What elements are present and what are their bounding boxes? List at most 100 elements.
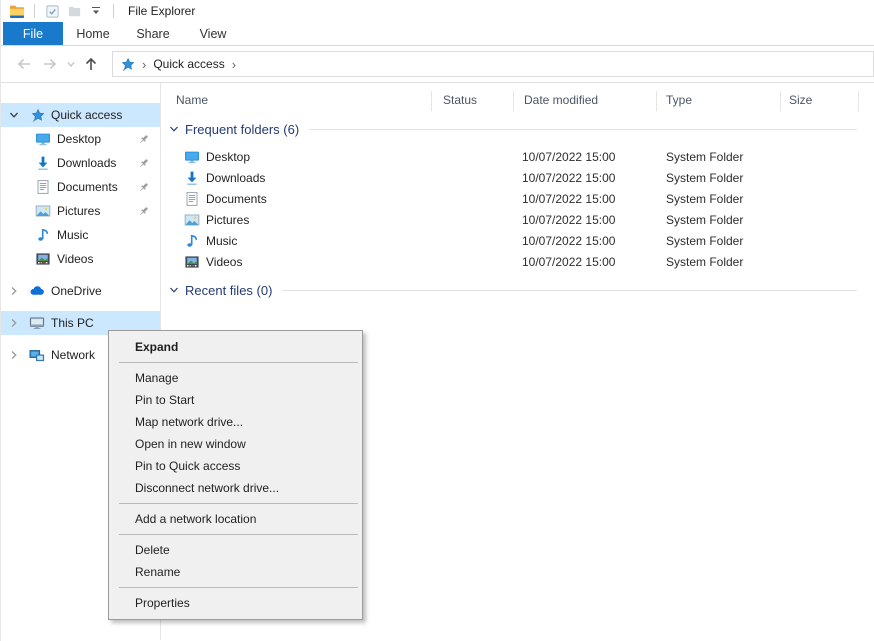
file-type: System Folder [666, 234, 743, 248]
file-row-desktop[interactable]: Desktop10/07/2022 15:00System Folder [161, 146, 874, 167]
breadcrumb-chevron-icon[interactable]: › [232, 58, 236, 71]
back-button [11, 51, 37, 77]
sidebar-item-label: Videos [57, 252, 93, 266]
onedrive-cloud-icon [29, 283, 45, 299]
file-type: System Folder [666, 150, 743, 164]
pin-icon [137, 133, 150, 146]
group-label: Frequent folders (6) [185, 122, 299, 137]
column-header-name[interactable]: Name [176, 93, 208, 107]
file-date-modified: 10/07/2022 15:00 [522, 192, 615, 206]
file-explorer-logo-icon [8, 2, 26, 20]
file-type: System Folder [666, 213, 743, 227]
pictures-icon [35, 203, 51, 219]
menu-separator [119, 534, 358, 535]
file-name: Pictures [206, 213, 249, 227]
menu-item-rename[interactable]: Rename [109, 561, 362, 583]
up-button[interactable] [78, 51, 104, 77]
column-header-status[interactable]: Status [443, 93, 477, 107]
pin-icon [137, 157, 150, 170]
address-bar[interactable]: › Quick access › [112, 51, 874, 77]
documents-icon [35, 179, 51, 195]
breadcrumb-chevron-icon[interactable]: › [142, 58, 146, 71]
qat-customize-caret-icon[interactable] [87, 2, 105, 20]
music-icon [35, 227, 51, 243]
column-separator[interactable] [656, 91, 657, 111]
menu-item-manage[interactable]: Manage [109, 367, 362, 389]
menu-item-disconnect-network-drive[interactable]: Disconnect network drive... [109, 477, 362, 499]
title-bar: File Explorer [1, 0, 874, 22]
this-pc-context-menu: Expand ManagePin to StartMap network driv… [108, 330, 363, 620]
sidebar-item-label: Quick access [51, 108, 122, 122]
file-row-downloads[interactable]: Downloads10/07/2022 15:00System Folder [161, 167, 874, 188]
qat-properties-check-icon[interactable] [43, 2, 61, 20]
menu-separator [119, 503, 358, 504]
sidebar-item-quick-access[interactable]: Quick access [1, 103, 160, 127]
titlebar-divider [113, 4, 114, 18]
file-row-documents[interactable]: Documents10/07/2022 15:00System Folder [161, 188, 874, 209]
tree-chevron-down-icon[interactable] [9, 110, 21, 120]
breadcrumb-item-quick-access[interactable]: Quick access [153, 57, 224, 71]
pin-icon [137, 205, 150, 218]
file-date-modified: 10/07/2022 15:00 [522, 150, 615, 164]
file-row-videos[interactable]: Videos10/07/2022 15:00System Folder [161, 251, 874, 272]
column-header-size[interactable]: Size [789, 93, 812, 107]
group-label: Recent files (0) [185, 283, 272, 298]
sidebar-item-label: OneDrive [51, 284, 102, 298]
forward-arrow-icon [41, 55, 59, 73]
this-pc-icon [29, 315, 45, 331]
column-separator[interactable] [858, 91, 859, 111]
column-header-date-modified[interactable]: Date modified [524, 93, 598, 107]
downloads-icon [35, 155, 51, 171]
sidebar-item-pictures[interactable]: Pictures [1, 199, 160, 223]
menu-item-pin-to-start[interactable]: Pin to Start [109, 389, 362, 411]
sidebar-item-onedrive[interactable]: OneDrive [1, 279, 160, 303]
sidebar-item-label: Desktop [57, 132, 101, 146]
sidebar-item-documents[interactable]: Documents [1, 175, 160, 199]
column-separator[interactable] [513, 91, 514, 111]
sidebar-item-downloads[interactable]: Downloads [1, 151, 160, 175]
menu-item-pin-to-quick-access[interactable]: Pin to Quick access [109, 455, 362, 477]
menu-item-expand[interactable]: Expand [109, 336, 362, 358]
tree-chevron-right-icon[interactable] [9, 286, 21, 296]
sidebar-item-label: Downloads [57, 156, 116, 170]
menu-item-delete[interactable]: Delete [109, 539, 362, 561]
column-separator[interactable] [431, 91, 432, 111]
file-type: System Folder [666, 171, 743, 185]
file-row-pictures[interactable]: Pictures 10/07/2022 15:00 System Folder [161, 209, 874, 230]
tree-chevron-right-icon[interactable] [9, 350, 21, 360]
tab-view[interactable]: View [183, 22, 243, 45]
tab-file[interactable]: File [3, 22, 63, 45]
window-title: File Explorer [128, 4, 195, 18]
group-chevron-icon[interactable] [169, 124, 179, 134]
music-icon [184, 233, 200, 249]
column-header-type[interactable]: Type [666, 93, 692, 107]
back-arrow-icon [15, 55, 33, 73]
group-rule [309, 129, 857, 130]
sidebar-item-videos[interactable]: Videos [1, 247, 160, 271]
sidebar-item-music[interactable]: Music [1, 223, 160, 247]
column-separator[interactable] [780, 91, 781, 111]
file-type: System Folder [666, 255, 743, 269]
pictures-icon [184, 212, 200, 228]
up-arrow-icon [82, 55, 100, 73]
tab-share[interactable]: Share [123, 22, 183, 45]
documents-icon [184, 191, 200, 207]
sidebar-item-label: Network [51, 348, 95, 362]
tab-home[interactable]: Home [63, 22, 123, 45]
downloads-icon [184, 170, 200, 186]
file-date-modified: 10/07/2022 15:00 [522, 213, 615, 227]
menu-item-map-network-drive[interactable]: Map network drive... [109, 411, 362, 433]
group-chevron-icon[interactable] [169, 285, 179, 295]
file-type: System Folder [666, 192, 743, 206]
navigation-bar: › Quick access › [1, 46, 874, 83]
tree-chevron-right-icon[interactable] [9, 318, 21, 328]
sidebar-item-desktop[interactable]: Desktop [1, 127, 160, 151]
quick-access-star-icon [120, 57, 135, 72]
recent-locations-button [63, 51, 78, 77]
menu-item-properties[interactable]: Properties [109, 592, 362, 614]
group-rule [282, 290, 857, 291]
menu-item-add-a-network-location[interactable]: Add a network location [109, 508, 362, 530]
videos-icon [35, 251, 51, 267]
file-row-music[interactable]: Music10/07/2022 15:00System Folder [161, 230, 874, 251]
menu-item-open-in-new-window[interactable]: Open in new window [109, 433, 362, 455]
